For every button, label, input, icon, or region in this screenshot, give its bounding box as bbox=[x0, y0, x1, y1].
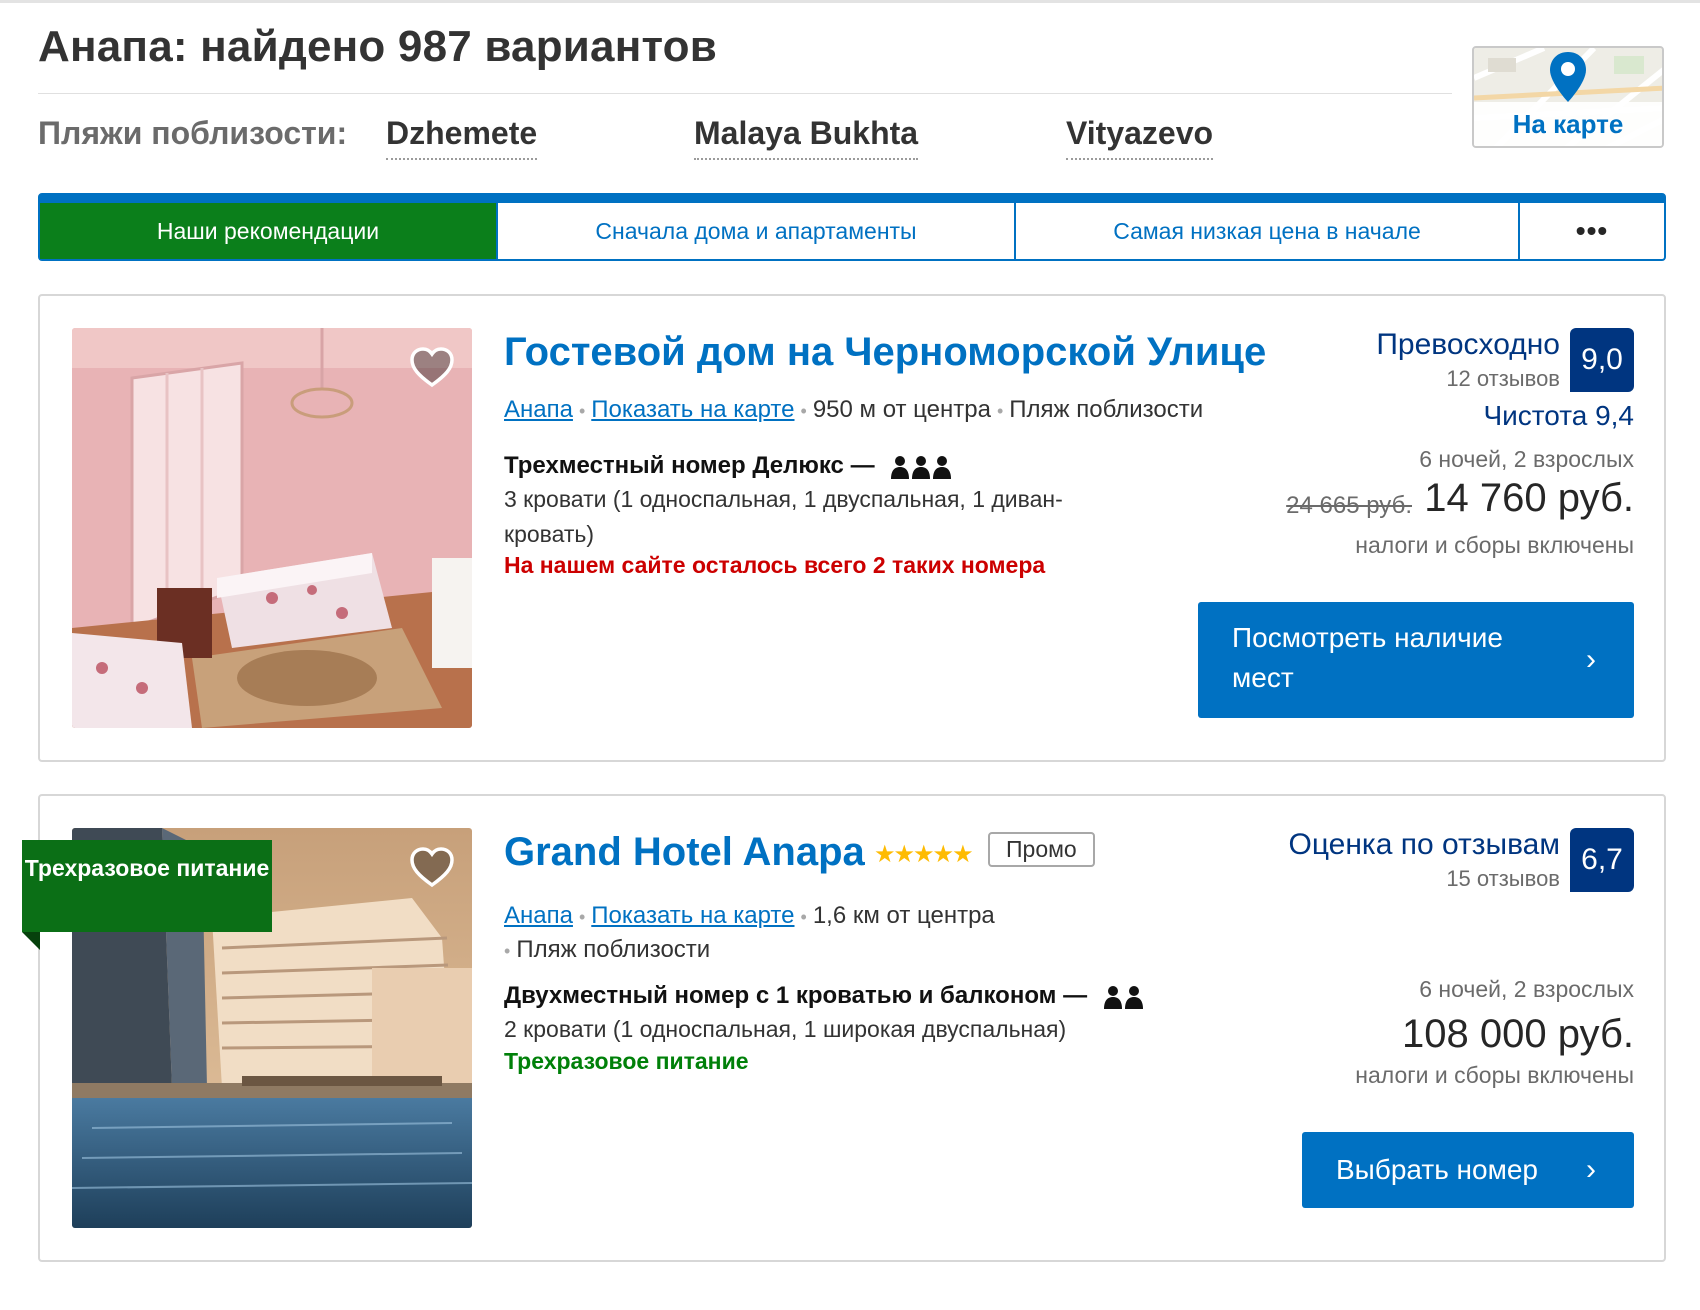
heart-outline-icon[interactable] bbox=[408, 844, 456, 892]
beaches-label: Пляжи поблизости: bbox=[38, 115, 348, 151]
stay-length: 6 ночей, 2 взрослых bbox=[1419, 446, 1634, 472]
select-room-label: Выбрать номер bbox=[1336, 1154, 1538, 1185]
separator-dot: • bbox=[800, 907, 807, 927]
see-availability-button[interactable]: Посмотреть наличие мест › bbox=[1198, 602, 1634, 718]
beach-link-malaya-bukhta[interactable]: Malaya Bukhta bbox=[694, 115, 919, 160]
meal-plan-note: Трехразовое питание bbox=[504, 1048, 749, 1074]
separator-dot: • bbox=[800, 401, 807, 421]
beach-nearby-note: Пляж поблизости bbox=[516, 936, 711, 963]
review-score-badge: 6,7 bbox=[1570, 828, 1634, 892]
hotel-name-link[interactable]: Grand Hotel Anapa bbox=[504, 830, 865, 875]
sort-tabs-bar: Наши рекомендации Сначала дома и апартам… bbox=[38, 193, 1666, 261]
header-divider bbox=[38, 93, 1452, 94]
room-type-name: Двухместный номер с 1 кроватью и балконо… bbox=[504, 982, 1057, 1009]
cleanliness-score: Чистота 9,4 bbox=[1483, 400, 1634, 431]
tab-homes-first[interactable]: Сначала дома и апартаменты bbox=[498, 203, 1016, 259]
map-pin-icon bbox=[1550, 52, 1586, 102]
top-border bbox=[0, 0, 1700, 3]
review-score-badge: 9,0 bbox=[1570, 328, 1634, 392]
bed-configuration: 3 кровати (1 односпальная, 1 двуспальная… bbox=[504, 486, 1063, 547]
review-count: 15 отзывов bbox=[1446, 866, 1560, 891]
chevron-right-icon: › bbox=[1586, 643, 1596, 676]
distance-from-center: 950 м от центра bbox=[812, 396, 991, 423]
room-type-dash: — bbox=[850, 452, 875, 479]
occupancy-3-persons-icon bbox=[891, 455, 952, 479]
property-card: Гостевой дом на Черноморской Улице Анапа… bbox=[38, 294, 1666, 762]
beach-link-dzhemete[interactable]: Dzhemete bbox=[386, 115, 538, 160]
beach-link-vityazevo[interactable]: Vityazevo bbox=[1066, 115, 1214, 160]
occupancy-2-persons-icon bbox=[1103, 985, 1143, 1009]
star-rating-icons: ★★★★★ bbox=[874, 841, 974, 868]
hotel-name-link[interactable]: Гостевой дом на Черноморской Улице bbox=[504, 330, 1266, 375]
review-count: 12 отзывов bbox=[1446, 366, 1560, 391]
original-price: 24 665 руб. bbox=[1286, 492, 1412, 519]
stay-length: 6 ночей, 2 взрослых bbox=[1419, 976, 1634, 1002]
page-title: Анапа: найдено 987 вариантов bbox=[38, 22, 717, 71]
taxes-included-note: налоги и сборы включены bbox=[1355, 1062, 1634, 1088]
select-room-button[interactable]: Выбрать номер › bbox=[1302, 1132, 1634, 1208]
room-type-name: Трехместный номер Делюкс bbox=[504, 452, 844, 479]
bed-configuration: 2 кровати (1 односпальная, 1 широкая дву… bbox=[504, 1016, 1067, 1042]
separator-dot: • bbox=[996, 401, 1004, 421]
separator-dot: • bbox=[578, 401, 586, 421]
map-button-label: На карте bbox=[1474, 102, 1662, 146]
tab-our-recommendations[interactable]: Наши рекомендации bbox=[40, 203, 498, 259]
separator-dot: • bbox=[578, 907, 586, 927]
see-availability-label: Посмотреть наличие мест bbox=[1232, 622, 1503, 693]
separator-dot: • bbox=[504, 941, 511, 961]
heart-outline-icon[interactable] bbox=[408, 344, 456, 392]
ribbon-fold bbox=[22, 932, 40, 950]
chevron-right-icon: › bbox=[1586, 1153, 1596, 1186]
city-link[interactable]: Анапа bbox=[504, 902, 573, 929]
property-photo[interactable] bbox=[72, 328, 472, 728]
current-price: 14 760 руб. bbox=[1424, 476, 1634, 520]
property-card: Трехразовое питание Grand Hotel Anapa ★★… bbox=[22, 794, 1666, 1262]
room-type: Трехместный номер Делюкс — bbox=[504, 452, 952, 480]
current-price: 108 000 руб. bbox=[1402, 1012, 1634, 1056]
show-on-map-link[interactable]: Показать на карте bbox=[591, 902, 794, 929]
taxes-included-note: налоги и сборы включены bbox=[1355, 532, 1634, 558]
room-type-dash: — bbox=[1063, 982, 1088, 1009]
show-on-map-link[interactable]: Показать на карте bbox=[591, 396, 794, 423]
beach-nearby-note: Пляж поблизости bbox=[1009, 396, 1204, 423]
review-score-word[interactable]: Оценка по отзывам bbox=[1289, 828, 1561, 862]
availability-urgency-note: На нашем сайте осталось всего 2 таких но… bbox=[504, 552, 1046, 578]
more-sort-options-button[interactable]: ••• bbox=[1520, 203, 1664, 259]
distance-from-center: 1,6 км от центра bbox=[812, 902, 995, 929]
tab-lowest-price-first[interactable]: Самая низкая цена в начале bbox=[1016, 203, 1520, 259]
city-link[interactable]: Анапа bbox=[504, 396, 573, 423]
promo-badge: Промо bbox=[988, 832, 1095, 867]
location-line: Анапа • Показать на карте • 1,6 км от центра bbox=[504, 902, 995, 930]
review-score-word[interactable]: Превосходно bbox=[1376, 328, 1560, 362]
meal-plan-ribbon: Трехразовое питание bbox=[22, 840, 272, 932]
location-line: Анапа • Показать на карте • 950 м от центра •… bbox=[504, 396, 1203, 424]
show-on-map-button[interactable]: На карте bbox=[1472, 46, 1664, 148]
room-type: Двухместный номер с 1 кроватью и балконо… bbox=[504, 982, 1144, 1010]
location-line-2: • Пляж поблизости bbox=[504, 936, 710, 964]
